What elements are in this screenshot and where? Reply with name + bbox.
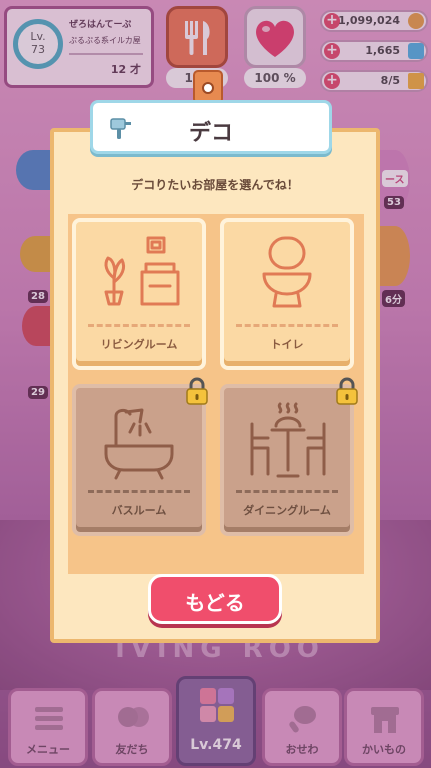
room-card-living[interactable]: リビングルーム: [72, 218, 206, 370]
room-label: トイレ: [270, 338, 304, 351]
room-label: ダイニングルーム: [243, 504, 331, 517]
card-divider: [236, 324, 338, 327]
toilet-icon: [262, 236, 312, 308]
back-button-label: もどる: [185, 591, 245, 615]
back-button[interactable]: もどる: [148, 574, 282, 624]
room-card-dining[interactable]: ダイニングルーム: [220, 384, 354, 536]
dining-table-icon: [250, 402, 326, 478]
lock-icon: [186, 377, 208, 405]
room-card-bath[interactable]: バスルーム: [72, 384, 206, 536]
room-label: リビングルーム: [100, 338, 178, 351]
lock-icon: [336, 377, 358, 405]
bathtub-icon: [104, 408, 174, 480]
living-room-icon: [104, 236, 180, 306]
card-divider: [88, 324, 190, 327]
card-divider: [88, 490, 190, 493]
dialog-header: デコ: [90, 100, 332, 154]
card-divider: [236, 490, 338, 493]
dialog-subtitle: デコりたいお部屋を選んでね！: [131, 178, 299, 192]
room-label: バスルーム: [111, 504, 167, 517]
room-card-toilet[interactable]: トイレ: [220, 218, 354, 370]
clip-hole: [202, 82, 214, 94]
clip-icon: [193, 70, 223, 104]
dialog-title: デコ: [188, 121, 233, 146]
